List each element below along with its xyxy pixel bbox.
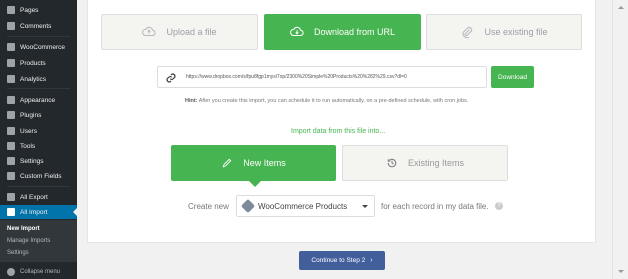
- submenu-settings[interactable]: Settings: [7, 250, 29, 256]
- sidebar-item-label: Plugins: [20, 111, 42, 119]
- collapse-icon: [7, 268, 15, 276]
- sidebar-item-settings[interactable]: Settings: [0, 154, 77, 168]
- submenu-manage-imports[interactable]: Manage Imports: [7, 238, 50, 244]
- sidebar-item-label: Pages: [20, 6, 39, 14]
- download-url-tab[interactable]: Download from URL: [264, 14, 421, 50]
- sidebar-item-pages[interactable]: Pages: [0, 3, 77, 17]
- sidebar-item-label: Tools: [20, 142, 36, 150]
- sidebar-item-label: Users: [20, 127, 37, 135]
- url-value: https://www.dropbox.com/s/fpu8fgp1mysl7o…: [186, 74, 407, 80]
- upload-file-label: Upload a file: [166, 27, 217, 37]
- all-export-icon: [7, 193, 15, 201]
- new-items-label: New Items: [243, 158, 286, 168]
- chevron-down-icon: [362, 205, 368, 211]
- post-type-value: WooCommerce Products: [258, 201, 348, 211]
- plugins-icon: [7, 111, 15, 119]
- selected-choice-pointer: [249, 181, 261, 193]
- sidebar-item-label: All Export: [20, 193, 48, 201]
- create-new-label: Create new: [188, 202, 229, 211]
- import-into-label: Import data from this file into...: [291, 128, 386, 135]
- products-icon: [7, 59, 15, 67]
- scroll-up-icon[interactable]: [618, 3, 624, 9]
- custom-fields-icon: [7, 172, 15, 180]
- download-url-label: Download from URL: [313, 27, 396, 37]
- collapse-menu-button[interactable]: Collapse menu: [0, 265, 77, 279]
- sidebar-item-label: All Import: [20, 208, 48, 216]
- download-button[interactable]: Download: [491, 66, 534, 88]
- schedule-hint: Hint: After you create this import, you …: [185, 98, 468, 104]
- sidebar-item-all-export[interactable]: All Export: [0, 190, 77, 204]
- sidebar-separator: [7, 186, 70, 187]
- upload-cloud-icon: [142, 26, 157, 37]
- admin-sidebar: Pages Comments WooCommerce Products Anal…: [0, 0, 77, 279]
- sidebar-item-label: Products: [20, 59, 46, 67]
- chevron-right-icon: ›: [370, 257, 373, 264]
- sidebar-item-analytics[interactable]: Analytics: [0, 72, 77, 86]
- sidebar-separator: [7, 88, 70, 89]
- sidebar-item-products[interactable]: Products: [0, 56, 77, 70]
- submenu-new-import[interactable]: New Import: [7, 226, 40, 232]
- woocommerce-icon: [7, 43, 15, 51]
- all-import-submenu: New Import Manage Imports Settings: [0, 220, 77, 262]
- sidebar-item-label: Comments: [20, 22, 52, 30]
- comments-icon: [7, 22, 15, 30]
- paperclip-icon: [463, 26, 473, 39]
- sidebar-item-tools[interactable]: Tools: [0, 139, 77, 153]
- all-import-icon: [7, 208, 15, 216]
- sidebar-item-appearance[interactable]: Appearance: [0, 93, 77, 107]
- existing-items-button[interactable]: Existing Items: [342, 145, 508, 181]
- tools-icon: [7, 142, 15, 150]
- page-scrollbar[interactable]: [612, 0, 628, 279]
- sidebar-item-comments[interactable]: Comments: [0, 19, 77, 33]
- sidebar-item-label: Custom Fields: [20, 172, 62, 180]
- sidebar-item-users[interactable]: Users: [0, 124, 77, 138]
- pages-icon: [7, 6, 15, 14]
- existing-file-tab[interactable]: Use existing file: [426, 14, 582, 50]
- sidebar-item-all-import[interactable]: All Import: [0, 205, 77, 219]
- sidebar-item-label: WooCommerce: [20, 43, 66, 51]
- scroll-down-icon[interactable]: [618, 270, 624, 276]
- sidebar-item-label: Settings: [20, 157, 44, 165]
- hint-text: After you create this import, you can sc…: [197, 98, 469, 104]
- help-icon[interactable]: ?: [495, 202, 503, 210]
- sidebar-item-label: Appearance: [20, 96, 56, 104]
- existing-file-label: Use existing file: [484, 27, 548, 37]
- settings-icon: [7, 157, 15, 165]
- sidebar-item-custom-fields[interactable]: Custom Fields: [0, 169, 77, 183]
- users-icon: [7, 127, 15, 135]
- sidebar-item-plugins[interactable]: Plugins: [0, 108, 77, 122]
- sidebar-item-woocommerce[interactable]: WooCommerce: [0, 40, 77, 54]
- existing-items-label: Existing Items: [407, 158, 465, 168]
- analytics-icon: [7, 75, 15, 83]
- post-type-select[interactable]: WooCommerce Products: [236, 195, 375, 217]
- for-each-record-label: for each record in my data file.: [381, 202, 489, 211]
- link-icon: [166, 73, 176, 83]
- new-items-button[interactable]: New Items: [171, 145, 336, 181]
- upload-file-tab[interactable]: Upload a file: [101, 14, 258, 50]
- url-input[interactable]: https://www.dropbox.com/s/fpu8fgp1mysl7o…: [157, 66, 487, 88]
- history-icon: [387, 158, 397, 168]
- appearance-icon: [7, 96, 15, 104]
- sidebar-separator: [7, 36, 70, 37]
- download-cloud-icon: [290, 26, 304, 37]
- sidebar-item-label: Analytics: [20, 75, 47, 83]
- collapse-menu-label: Collapse menu: [20, 269, 61, 275]
- woocommerce-products-icon: [240, 198, 256, 214]
- pencil-icon: [222, 158, 232, 168]
- continue-label: Continue to Step 2: [311, 257, 366, 264]
- continue-button[interactable]: Continue to Step 2 ›: [299, 251, 385, 270]
- hint-prefix: Hint:: [185, 98, 198, 104]
